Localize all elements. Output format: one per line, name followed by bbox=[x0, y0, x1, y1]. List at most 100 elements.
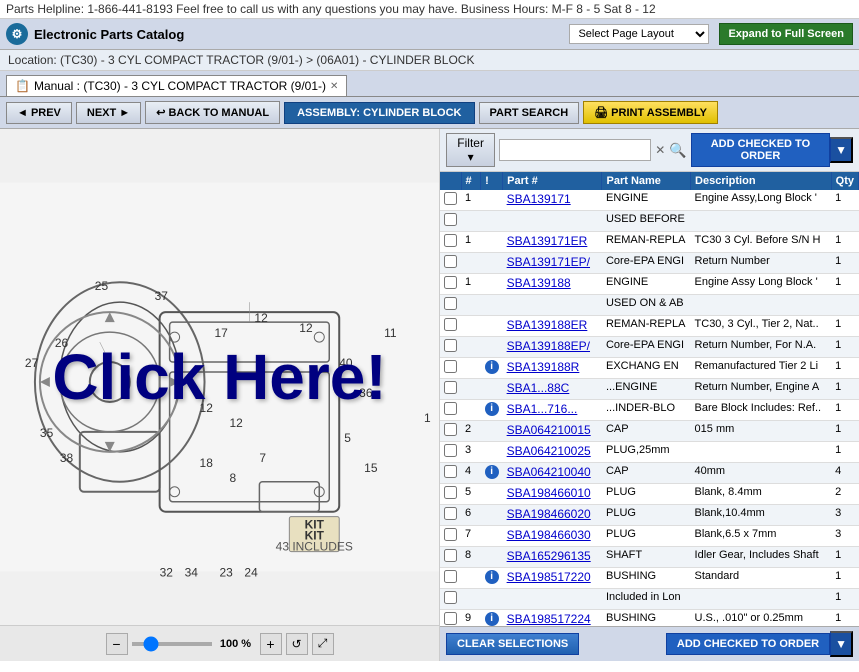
part-number-link[interactable]: SBA198466030 bbox=[507, 528, 591, 542]
col-desc: Description bbox=[691, 172, 832, 190]
table-row: 4iSBA064210040CAP40mm4 bbox=[440, 463, 859, 484]
row-description: Blank, 8.4mm bbox=[691, 484, 832, 505]
add-checked-button[interactable]: ADD CHECKED TO ORDER bbox=[691, 133, 830, 167]
part-number-link[interactable]: SBA165296135 bbox=[507, 549, 591, 563]
part-number-link[interactable]: SBA064210015 bbox=[507, 423, 591, 437]
row-checkbox[interactable] bbox=[444, 486, 457, 499]
info-icon[interactable]: i bbox=[485, 360, 499, 374]
row-checkbox[interactable] bbox=[444, 276, 457, 289]
row-checkbox[interactable] bbox=[444, 192, 457, 205]
header-row: ⚙ Electronic Parts Catalog Select Page L… bbox=[0, 19, 859, 50]
zoom-reset-button[interactable]: ↺ bbox=[286, 633, 308, 655]
row-checkbox[interactable] bbox=[444, 318, 457, 331]
part-number-link[interactable]: SBA139171 bbox=[507, 192, 571, 206]
row-part-name: Core-EPA ENGI bbox=[602, 337, 691, 358]
diagram-panel: KIT KIT 43 INCLUDES 27 26 37 25 35 38 32… bbox=[0, 129, 440, 661]
filter-clear-icon[interactable]: ✕ bbox=[655, 143, 665, 157]
row-checkbox[interactable] bbox=[444, 507, 457, 520]
part-number-link[interactable]: SBA198517220 bbox=[507, 570, 591, 584]
info-icon[interactable]: i bbox=[485, 465, 499, 479]
part-number-link[interactable]: SBA064210040 bbox=[507, 465, 591, 479]
part-number-link[interactable]: SBA1...716... bbox=[507, 402, 578, 416]
zoom-slider[interactable] bbox=[132, 642, 212, 646]
part-number-link[interactable]: SBA139188ER bbox=[507, 318, 588, 332]
row-qty: 3 bbox=[831, 505, 858, 526]
add-to-order-button-bottom[interactable]: ADD CHECKED TO ORDER bbox=[666, 633, 830, 655]
svg-text:43 INCLUDES: 43 INCLUDES bbox=[276, 540, 353, 554]
add-checked-dropdown-button[interactable]: ▼ bbox=[830, 137, 853, 163]
row-qty: 3 bbox=[831, 526, 858, 547]
row-checkbox[interactable] bbox=[444, 402, 457, 415]
row-checkbox[interactable] bbox=[444, 255, 457, 268]
row-checkbox[interactable] bbox=[444, 234, 457, 247]
manual-tab[interactable]: 📋 Manual : (TC30) - 3 CYL COMPACT TRACTO… bbox=[6, 75, 347, 96]
row-part-number: SBA198517220 bbox=[503, 568, 602, 589]
table-row: SBA139171EP/Core-EPA ENGIReturn Number1 bbox=[440, 253, 859, 274]
part-number-link[interactable]: SBA139171ER bbox=[507, 234, 588, 248]
part-number-link[interactable]: SBA198466020 bbox=[507, 507, 591, 521]
table-row: 5SBA198466010PLUGBlank, 8.4mm2 bbox=[440, 484, 859, 505]
row-part-name: REMAN-REPLA bbox=[602, 232, 691, 253]
row-info bbox=[481, 547, 503, 568]
next-button[interactable]: NEXT ► bbox=[76, 102, 141, 124]
zoom-out-button[interactable]: − bbox=[106, 633, 128, 655]
row-description: 015 mm bbox=[691, 421, 832, 442]
part-number-link[interactable]: SBA198517224 bbox=[507, 612, 591, 626]
row-checkbox[interactable] bbox=[444, 528, 457, 541]
row-checkbox[interactable] bbox=[444, 444, 457, 457]
row-checkbox[interactable] bbox=[444, 465, 457, 478]
expand-button[interactable]: Expand to Full Screen bbox=[719, 23, 853, 45]
filter-button[interactable]: Filter ▾ bbox=[446, 133, 495, 167]
filter-input[interactable] bbox=[499, 139, 651, 161]
filter-search-icon[interactable]: 🔍 bbox=[669, 142, 686, 159]
row-checkbox[interactable] bbox=[444, 381, 457, 394]
row-checkbox[interactable] bbox=[444, 570, 457, 583]
part-number-link[interactable]: SBA139188 bbox=[507, 276, 571, 290]
info-icon[interactable]: i bbox=[485, 402, 499, 416]
row-num: 6 bbox=[461, 505, 481, 526]
part-number-link[interactable]: SBA198466010 bbox=[507, 486, 591, 500]
part-number-link[interactable]: SBA139171EP/ bbox=[507, 255, 590, 269]
row-part-number: SBA064210015 bbox=[503, 421, 602, 442]
row-checkbox[interactable] bbox=[444, 360, 457, 373]
row-checkbox[interactable] bbox=[444, 549, 457, 562]
row-part-number: SBA1...716... bbox=[503, 400, 602, 421]
row-checkbox[interactable] bbox=[444, 423, 457, 436]
svg-text:11: 11 bbox=[384, 326, 397, 340]
tab-close-icon[interactable]: ✕ bbox=[330, 81, 338, 92]
svg-text:12: 12 bbox=[299, 321, 313, 335]
svg-text:24: 24 bbox=[244, 566, 258, 580]
part-number-link[interactable]: SBA064210025 bbox=[507, 444, 591, 458]
row-info: i bbox=[481, 568, 503, 589]
parts-table-wrapper[interactable]: # ! Part # Part Name Description Qty 1SB… bbox=[440, 172, 859, 626]
info-icon[interactable]: i bbox=[485, 612, 499, 626]
row-num bbox=[461, 295, 481, 316]
part-number-link[interactable]: SBA1...88C bbox=[507, 381, 570, 395]
row-part-number: SBA139188R bbox=[503, 358, 602, 379]
row-checkbox[interactable] bbox=[444, 612, 457, 625]
diagram-image[interactable]: KIT KIT 43 INCLUDES 27 26 37 25 35 38 32… bbox=[0, 129, 439, 625]
clear-selections-button[interactable]: CLEAR SELECTIONS bbox=[446, 633, 579, 655]
table-row: SBA139188EP/Core-EPA ENGIReturn Number, … bbox=[440, 337, 859, 358]
row-qty: 1 bbox=[831, 274, 858, 295]
page-layout-select[interactable]: Select Page Layout bbox=[569, 24, 709, 44]
row-checkbox[interactable] bbox=[444, 339, 457, 352]
diagram-svg: KIT KIT 43 INCLUDES 27 26 37 25 35 38 32… bbox=[0, 129, 439, 625]
part-number-link[interactable]: SBA139188EP/ bbox=[507, 339, 590, 353]
part-search-button[interactable]: PART SEARCH bbox=[479, 102, 580, 124]
row-description: Blank,10.4mm bbox=[691, 505, 832, 526]
row-checkbox[interactable] bbox=[444, 591, 457, 604]
row-checkbox[interactable] bbox=[444, 213, 457, 226]
prev-button[interactable]: ◄ PREV bbox=[6, 102, 72, 124]
part-number-link[interactable]: SBA139188R bbox=[507, 360, 580, 374]
zoom-fit-button[interactable]: ⤢ bbox=[312, 633, 334, 655]
zoom-in-button[interactable]: + bbox=[260, 633, 282, 655]
info-icon[interactable]: i bbox=[485, 570, 499, 584]
row-num bbox=[461, 568, 481, 589]
row-info bbox=[481, 316, 503, 337]
row-part-name: ...ENGINE bbox=[602, 379, 691, 400]
add-to-order-dropdown-bottom[interactable]: ▼ bbox=[830, 631, 853, 657]
print-assembly-button[interactable]: 🖨 PRINT ASSEMBLY bbox=[583, 101, 718, 124]
row-checkbox[interactable] bbox=[444, 297, 457, 310]
back-to-manual-button[interactable]: ↩ BACK TO MANUAL bbox=[145, 101, 280, 124]
